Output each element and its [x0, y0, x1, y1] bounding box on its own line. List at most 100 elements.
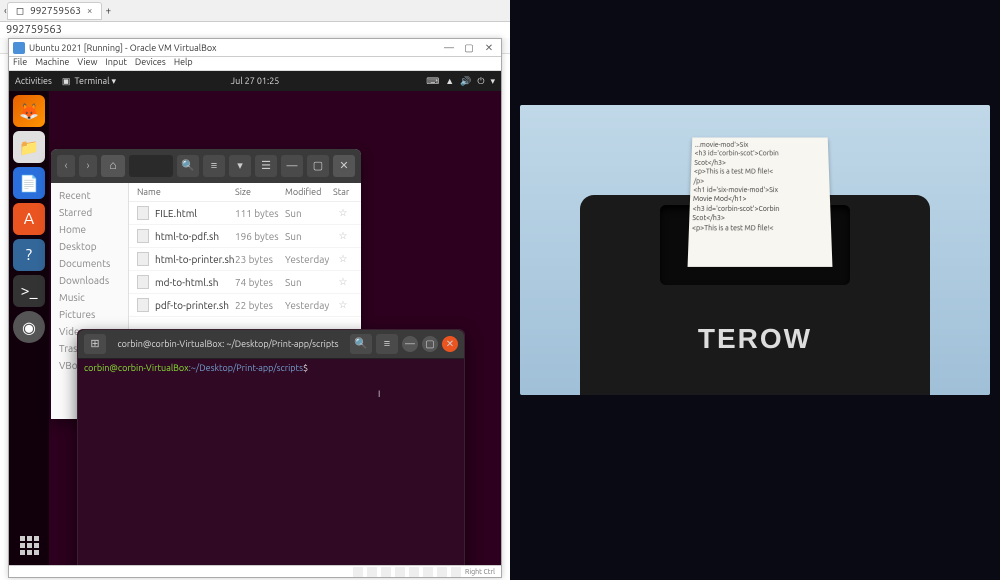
status-icon	[451, 567, 461, 577]
back-button[interactable]: ‹	[57, 155, 75, 177]
forward-button[interactable]: ›	[79, 155, 97, 177]
disc-launcher[interactable]: ◉	[13, 311, 45, 343]
status-icon	[395, 567, 405, 577]
network-icon: ▲	[445, 76, 454, 87]
col-star[interactable]: Star	[333, 187, 353, 197]
minimize-icon[interactable]: —	[441, 42, 457, 54]
prompt-user: corbin@corbin-VirtualBox	[84, 363, 189, 373]
receipt-paper: ...movie-mod'>Six <h3 id='corbin-scot'>C…	[688, 137, 833, 266]
home-path-button[interactable]: ⌂	[101, 155, 125, 177]
terminal-title: corbin@corbin-VirtualBox: ~/Desktop/Prin…	[110, 339, 346, 349]
file-row[interactable]: pdf-to-printer.sh22 bytesYesterday☆	[129, 294, 361, 317]
sidebar-item-recent[interactable]: Recent	[51, 187, 128, 204]
menu-file[interactable]: File	[13, 57, 27, 70]
close-tab-icon[interactable]: ×	[87, 5, 93, 16]
terminal-window: ⊞ corbin@corbin-VirtualBox: ~/Desktop/Pr…	[77, 329, 465, 565]
file-icon	[137, 206, 149, 220]
file-icon	[137, 229, 149, 243]
vbox-titlebar[interactable]: Ubuntu 2021 [Running] - Oracle VM Virtua…	[9, 39, 501, 57]
sidebar-item-pictures[interactable]: Pictures	[51, 306, 128, 323]
file-row[interactable]: FILE.html111 bytesSun☆	[129, 202, 361, 225]
apps-button[interactable]	[13, 529, 45, 561]
menu-view[interactable]: View	[77, 57, 97, 70]
prompt-path: :~/Desktop/Print-app/scripts	[189, 363, 303, 373]
sidebar-item-desktop[interactable]: Desktop	[51, 238, 128, 255]
menu-machine[interactable]: Machine	[35, 57, 69, 70]
search-icon[interactable]: 🔍	[177, 155, 199, 177]
writer-launcher[interactable]: 📄	[13, 167, 45, 199]
maximize-icon[interactable]: ▢	[461, 42, 477, 54]
maximize-button[interactable]: ▢	[422, 336, 438, 352]
status-icon	[353, 567, 363, 577]
menu-input[interactable]: Input	[105, 57, 126, 70]
status-icon	[437, 567, 447, 577]
app-menu[interactable]: ▣ Terminal ▾	[62, 76, 116, 87]
sidebar-item-starred[interactable]: Starred	[51, 204, 128, 221]
file-row[interactable]: md-to-html.sh74 bytesSun☆	[129, 271, 361, 294]
help-launcher[interactable]: ?	[13, 239, 45, 271]
gnome-topbar: Activities ▣ Terminal ▾ Jul 27 01:25 ⌨ ▲…	[9, 71, 501, 91]
ubuntu-desktop: Activities ▣ Terminal ▾ Jul 27 01:25 ⌨ ▲…	[9, 71, 501, 565]
view-list-icon[interactable]: ≡	[203, 155, 225, 177]
browser-tab-strip: ‹ ◻ 992759563 × +	[0, 0, 510, 22]
volume-icon: 🔊	[460, 76, 471, 87]
terminal-headerbar: ⊞ corbin@corbin-VirtualBox: ~/Desktop/Pr…	[78, 330, 464, 358]
status-icon	[367, 567, 377, 577]
system-tray[interactable]: ⌨ ▲ 🔊 ⏻ ▾	[426, 76, 495, 87]
terminal-launcher[interactable]: >_	[13, 275, 45, 307]
vbox-menubar: File Machine View Input Devices Help	[9, 57, 501, 71]
col-modified[interactable]: Modified	[285, 187, 333, 197]
text-cursor: I	[378, 389, 380, 399]
file-row[interactable]: html-to-printer.sh23 bytesYesterday☆	[129, 248, 361, 271]
terminal-icon: ▣	[62, 76, 71, 87]
hamburger-icon[interactable]: ☰	[255, 155, 277, 177]
activities-button[interactable]: Activities	[15, 76, 52, 86]
column-headers: Name Size Modified Star	[129, 183, 361, 202]
camera-feed: ...movie-mod'>Six <h3 id='corbin-scot'>C…	[510, 0, 1000, 580]
vbox-title-text: Ubuntu 2021 [Running] - Oracle VM Virtua…	[29, 43, 217, 53]
new-tab-button[interactable]: +	[106, 5, 112, 16]
status-icon	[423, 567, 433, 577]
hamburger-icon[interactable]: ≡	[376, 334, 398, 354]
path-bar[interactable]	[129, 155, 173, 177]
close-button[interactable]: ✕	[333, 155, 355, 177]
menu-help[interactable]: Help	[174, 57, 193, 70]
power-icon: ⏻	[477, 76, 484, 87]
browser-tab[interactable]: ◻ 992759563 ×	[7, 2, 102, 20]
virtualbox-window: Ubuntu 2021 [Running] - Oracle VM Virtua…	[8, 38, 502, 578]
tab-label: 992759563	[30, 5, 81, 16]
clock[interactable]: Jul 27 01:25	[231, 76, 280, 86]
sidebar-item-music[interactable]: Music	[51, 289, 128, 306]
minimize-button[interactable]: —	[402, 336, 418, 352]
firefox-launcher[interactable]: 🦊	[13, 95, 45, 127]
file-row[interactable]: html-to-pdf.sh196 bytesSun☆	[129, 225, 361, 248]
file-icon	[137, 252, 149, 266]
col-size[interactable]: Size	[235, 187, 285, 197]
vbox-statusbar: Right Ctrl	[9, 565, 501, 577]
sidebar-item-home[interactable]: Home	[51, 221, 128, 238]
maximize-button[interactable]: ▢	[307, 155, 329, 177]
file-icon	[137, 298, 149, 312]
search-icon[interactable]: 🔍	[350, 334, 372, 354]
tab-icon: ◻	[16, 5, 24, 17]
keyboard-icon: ⌨	[426, 76, 439, 87]
file-icon	[137, 275, 149, 289]
files-launcher[interactable]: 📁	[13, 131, 45, 163]
host-key-label: Right Ctrl	[465, 568, 495, 576]
url-bar[interactable]: 992759563	[0, 22, 510, 38]
printer-brand: TEROW	[580, 323, 930, 355]
new-tab-icon[interactable]: ⊞	[84, 334, 106, 354]
close-icon[interactable]: ✕	[481, 42, 497, 54]
thermal-printer: ...movie-mod'>Six <h3 id='corbin-scot'>C…	[580, 195, 930, 395]
software-launcher[interactable]: A	[13, 203, 45, 235]
launcher-dock: 🦊 📁 📄 A ? >_ ◉	[9, 91, 49, 565]
col-name[interactable]: Name	[137, 187, 235, 197]
terminal-body[interactable]: corbin@corbin-VirtualBox:~/Desktop/Print…	[78, 358, 464, 565]
close-button[interactable]: ✕	[442, 336, 458, 352]
sidebar-item-downloads[interactable]: Downloads	[51, 272, 128, 289]
chevron-down-icon: ▾	[490, 76, 495, 87]
sidebar-item-documents[interactable]: Documents	[51, 255, 128, 272]
view-dropdown-icon[interactable]: ▾	[229, 155, 251, 177]
minimize-button[interactable]: —	[281, 155, 303, 177]
menu-devices[interactable]: Devices	[135, 57, 166, 70]
